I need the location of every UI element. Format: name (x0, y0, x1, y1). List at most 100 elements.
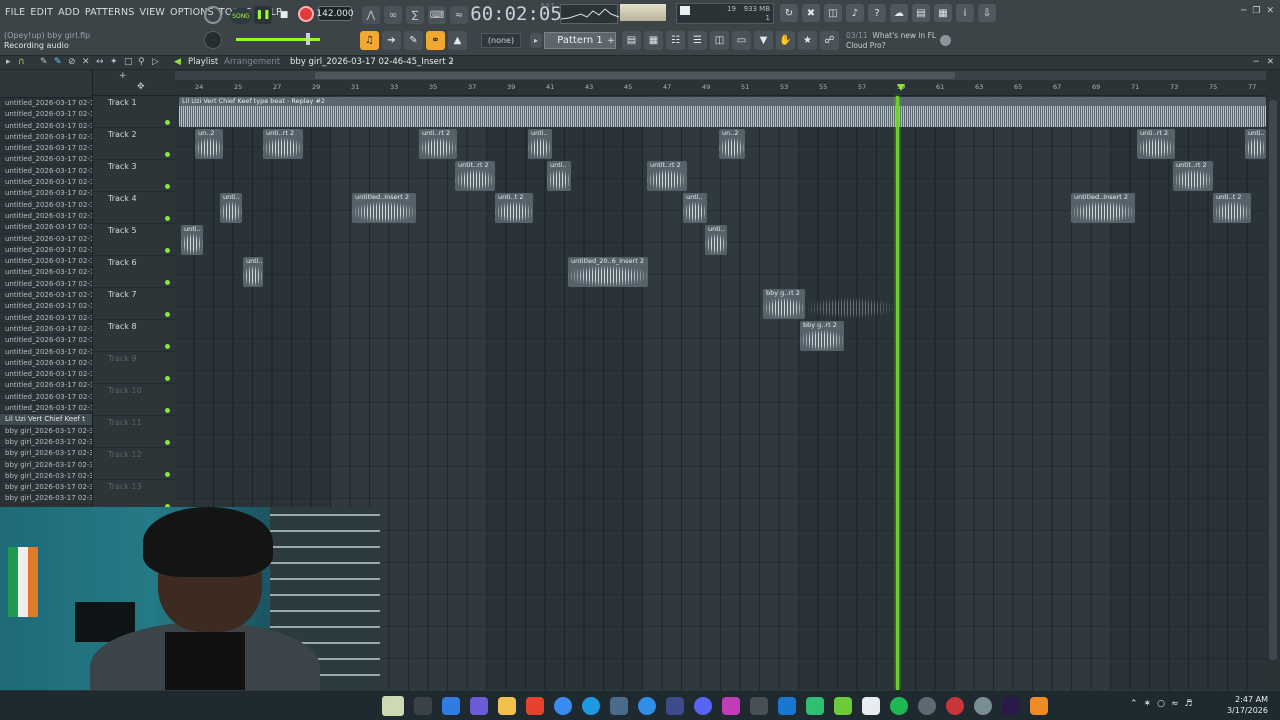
track-enable-led[interactable] (165, 408, 170, 413)
chevron-up-icon[interactable]: ⌃ (1130, 699, 1138, 709)
fl-studio-icon[interactable] (1030, 697, 1048, 715)
touch-icon[interactable]: ✋ (776, 31, 795, 50)
menu-add[interactable]: ADD (57, 6, 81, 19)
browser-item[interactable]: untitled_2026-03-17 02-16 (0, 358, 92, 370)
browser-item[interactable]: untitled_2026-03-17 02-13 (0, 109, 92, 121)
app-record-icon[interactable] (946, 697, 964, 715)
notepad-icon[interactable] (862, 697, 880, 715)
slip-tool-icon[interactable]: ↔ (96, 57, 104, 67)
edison-icon[interactable]: ◫ (824, 4, 842, 22)
browser-item[interactable]: untitled_2026-03-17 02-13 (0, 121, 92, 132)
browser-item[interactable]: untitled_2026-03-17 02-13 (0, 98, 92, 110)
audio-clip-beat[interactable]: Lil Uzi Vert Chief Keef type beat - Repl… (179, 97, 1266, 127)
mixer-view-icon[interactable]: ☰ (688, 31, 707, 50)
playlist-close-icon[interactable]: ✕ (1267, 57, 1274, 67)
track-header[interactable]: Track 3 (93, 160, 175, 192)
app-green-icon[interactable] (806, 697, 824, 715)
microphone-tray-icon[interactable]: ○ (1157, 699, 1165, 709)
app-pink-icon[interactable] (722, 697, 740, 715)
song-mode-toggle[interactable]: SONG (230, 8, 252, 24)
scrollbar-thumb[interactable] (315, 72, 955, 79)
playlist-icon[interactable]: ▤ (622, 31, 641, 50)
mixer-icon[interactable]: ▦ (934, 4, 952, 22)
tools-icon[interactable]: ✖ (802, 4, 820, 22)
track-enable-led[interactable] (165, 184, 170, 189)
tempo-display[interactable]: 142.000 (316, 6, 354, 21)
download-icon[interactable]: ⇩ (978, 4, 996, 22)
settings-icon[interactable] (974, 697, 992, 715)
track-header[interactable]: Track 6 (93, 256, 175, 288)
audio-clip[interactable]: unti..t 2 (1213, 193, 1251, 223)
minimize-icon[interactable]: ─ (1241, 6, 1246, 16)
draw-tool-icon[interactable]: ✎ (40, 57, 48, 67)
slice-tool-icon[interactable]: ✦ (110, 57, 118, 67)
help-icon[interactable]: ? (868, 4, 886, 22)
browser-item[interactable]: untitled_2026-03-17 02-14 (0, 143, 92, 155)
browser-item[interactable]: bby girl_2026-03-17 02-35 (0, 471, 92, 483)
browser-item[interactable]: bby girl_2026-03-17 02-35 (0, 482, 92, 494)
blend-notes-icon[interactable]: ≈ (450, 6, 468, 24)
metronome-icon[interactable] (204, 6, 222, 24)
track-header[interactable]: Track 1 (93, 96, 175, 128)
audio-clip[interactable]: bby g..rt 2 (763, 289, 805, 319)
file-explorer-icon[interactable] (498, 697, 516, 715)
browser-item[interactable]: untitled_2026-03-17 02-15 (0, 279, 92, 291)
restore-icon[interactable]: ❐ (1252, 6, 1260, 16)
pattern-tools-icon[interactable]: ⋀ (362, 6, 380, 24)
discord-icon[interactable] (694, 697, 712, 715)
track-enable-led[interactable] (165, 216, 170, 221)
menu-file[interactable]: FILE (4, 6, 26, 19)
browser-item[interactable]: bby girl_2026-03-17 02-35 (0, 460, 92, 471)
record-button[interactable] (298, 6, 314, 22)
pattern-prev-icon[interactable]: ▸ (530, 33, 542, 48)
app-dark-icon[interactable] (666, 697, 684, 715)
track-header[interactable]: Track 2 (93, 128, 175, 160)
track-header[interactable]: Track 8 (93, 320, 175, 352)
browser-item[interactable]: untitled_2026-03-17 02-16 (0, 380, 92, 392)
menu-view[interactable]: VIEW (139, 6, 167, 19)
browser-item[interactable]: untitled_2026-03-17 02-14 (0, 200, 92, 211)
chevron-right-icon[interactable]: › (450, 57, 454, 67)
expand-icon[interactable]: ✥ (137, 82, 145, 92)
step-edit-icon[interactable]: ∑ (406, 6, 424, 24)
cart-icon[interactable]: ☍ (820, 31, 839, 50)
vertical-scrollbar[interactable] (1266, 70, 1280, 690)
wifi-icon[interactable]: ≈ (1171, 699, 1179, 709)
track-enable-led[interactable] (165, 440, 170, 445)
loop-record-icon[interactable]: ∞ (384, 6, 402, 24)
piano-keyboard-icon[interactable]: ♫ (360, 31, 379, 50)
audio-clip[interactable]: untitled..Insert 2 (1071, 193, 1135, 223)
audio-clip[interactable]: unti..t 2 (495, 193, 533, 223)
browser-item[interactable]: Lil Uzi Vert Chief Keef t (0, 414, 92, 426)
track-header[interactable]: Track 5 (93, 224, 175, 256)
app-grey-icon[interactable] (750, 697, 768, 715)
piano-roll-icon[interactable]: ▦ (644, 31, 663, 50)
app-red-icon[interactable] (526, 697, 544, 715)
volume-icon[interactable]: ♬ (1185, 699, 1193, 709)
arrangement-label[interactable]: Arrangement (224, 57, 280, 67)
track-enable-led[interactable] (165, 312, 170, 317)
audio-clip[interactable]: unti..rt 2 (1137, 129, 1175, 159)
browser-item[interactable]: bby girl_2026-03-17 02-33 (0, 437, 92, 449)
pencil-icon[interactable]: ✎ (404, 31, 423, 50)
track-enable-led[interactable] (165, 376, 170, 381)
gear-icon[interactable] (940, 35, 951, 46)
system-clock[interactable]: 2:47 AM 3/17/2026 (1226, 694, 1268, 716)
browser-item[interactable]: untitled_2026-03-17 02-16 (0, 403, 92, 415)
link-icon[interactable]: ⚭ (426, 31, 445, 50)
vertical-scrollbar-thumb[interactable] (1269, 100, 1277, 660)
track-header[interactable]: Track 7 (93, 288, 175, 320)
plugin-icon[interactable]: ▼ (754, 31, 773, 50)
browser-item[interactable]: untitled_2026-03-17 02-14 (0, 188, 92, 200)
browser-item[interactable]: untitled_2026-03-17 02-14 (0, 154, 92, 166)
browser-item[interactable]: untitled_2026-03-17 02-16 (0, 347, 92, 358)
delete-tool-icon[interactable]: ⊘ (68, 57, 76, 67)
browser-item[interactable]: untitled_2026-03-17 02-16 (0, 392, 92, 404)
horizontal-scrollbar[interactable] (175, 71, 1266, 80)
browser-item[interactable]: untitled_2026-03-17 02-14 (0, 177, 92, 189)
browser-item[interactable]: untitled_2026-03-17 02-15 (0, 234, 92, 245)
audio-clip[interactable]: unti.. (220, 193, 242, 223)
microphone-icon[interactable]: ♪ (846, 4, 864, 22)
marketplace-icon[interactable]: ★ (798, 31, 817, 50)
plus-icon[interactable]: + (119, 71, 127, 81)
